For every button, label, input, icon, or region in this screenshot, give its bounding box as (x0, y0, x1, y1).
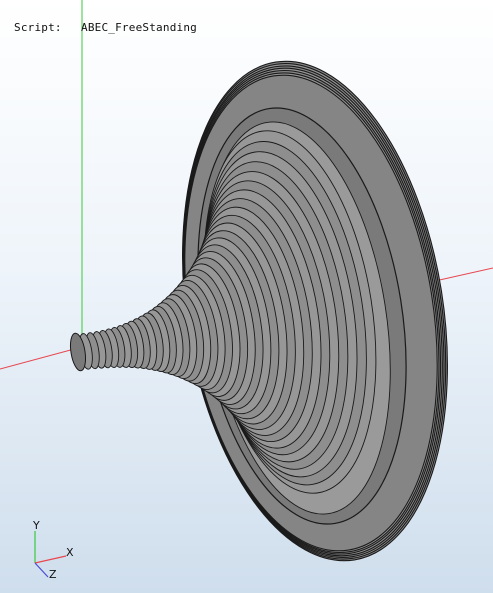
x-axis-line-left (0, 347, 79, 370)
x-axis-line-right (434, 267, 493, 282)
horn-mesh[interactable] (68, 42, 481, 580)
triad-x-line (34, 555, 67, 564)
script-name: ABEC_FreeStanding (81, 21, 197, 34)
triad-x-label: X (66, 546, 74, 559)
triad-z-line (34, 562, 49, 578)
triad-y-label: Y (33, 519, 40, 532)
triad-z-label: Z (49, 568, 57, 581)
script-label: Script: (14, 21, 62, 34)
3d-viewport[interactable] (0, 0, 493, 593)
